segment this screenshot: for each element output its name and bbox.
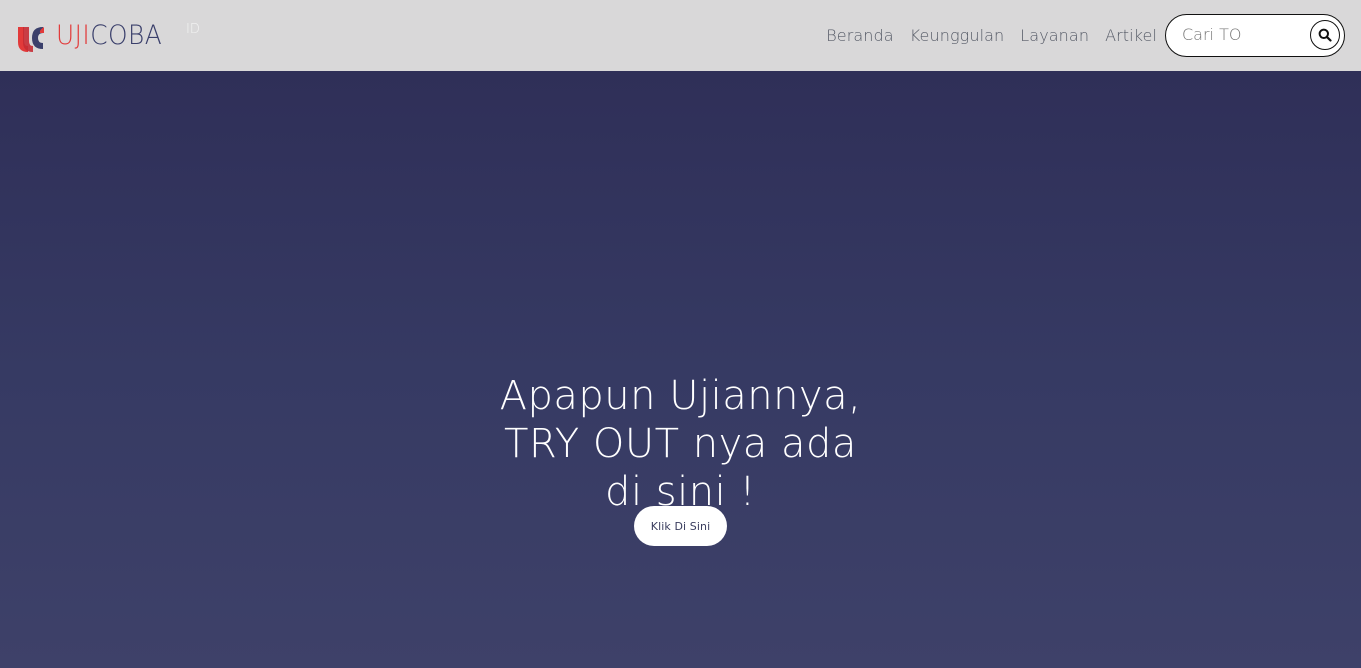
brand-suffix: ID (186, 22, 200, 37)
top-navbar: UJICOBA ID Beranda Keunggulan Layanan Ar… (0, 0, 1361, 71)
search-input[interactable] (1182, 21, 1302, 47)
main-nav: Beranda Keunggulan Layanan Artikel (810, 24, 1157, 48)
nav-link-layanan[interactable]: Layanan (1020, 24, 1089, 48)
search-button[interactable] (1310, 20, 1340, 50)
hero-title-line: TRY OUT nya ada (504, 420, 857, 467)
hero-title: Apapun Ujiannya, TRY OUT nya ada di sini… (0, 372, 1361, 516)
hero-cta-button[interactable]: Klik Di Sini (634, 506, 727, 546)
brand-name-part2: COBA (90, 20, 163, 51)
page: UJICOBA ID Beranda Keunggulan Layanan Ar… (0, 0, 1361, 668)
search-icon (1318, 28, 1332, 42)
hero-section: Apapun Ujiannya, TRY OUT nya ada di sini… (0, 71, 1361, 668)
brand-name-part1: UJI (56, 20, 91, 51)
brand-logo-icon (18, 27, 44, 52)
brand-name: UJICOBA (56, 18, 162, 54)
search-box (1165, 14, 1345, 57)
nav-link-beranda[interactable]: Beranda (826, 24, 894, 48)
nav-link-artikel[interactable]: Artikel (1105, 24, 1157, 48)
brand-link[interactable]: UJICOBA ID (15, 18, 200, 54)
nav-link-keunggulan[interactable]: Keunggulan (910, 24, 1005, 48)
hero-title-line: Apapun Ujiannya, (499, 372, 862, 419)
